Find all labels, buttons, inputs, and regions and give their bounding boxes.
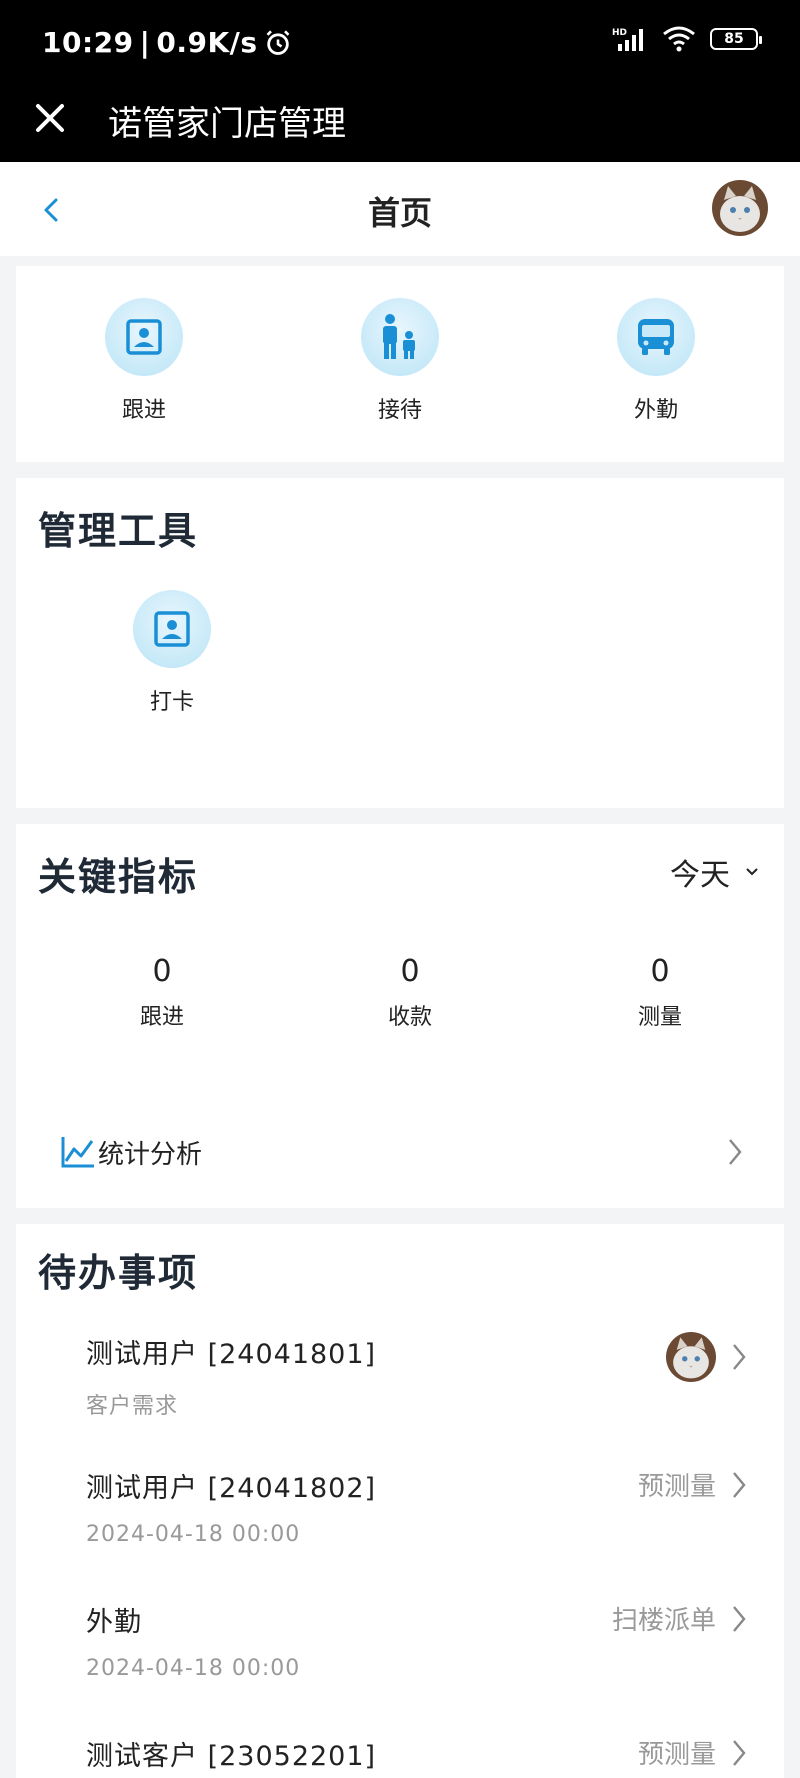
range-selector[interactable]: 今天 [670,850,760,894]
app-title: 诺管家门店管理 [108,104,346,144]
page-title: 首页 [367,194,432,232]
metric-label: 跟进 [139,1005,184,1030]
chevron-down-icon [746,868,758,876]
metric-value: 0 [152,954,172,989]
todo-title: 待办事项 [38,1251,199,1295]
stats-analysis-link[interactable]: 统计分析 [60,1126,744,1178]
quick-action-field-work[interactable]: 外勤 [586,298,726,424]
chevron-right-icon [729,1139,742,1165]
metric-measure[interactable]: 0 测量 [580,954,740,1031]
metric-follow-up[interactable]: 0 跟进 [82,954,242,1031]
todo-item-title: 测试用户 [24041801] [86,1339,377,1370]
avatar [666,1332,716,1382]
todo-item-tag: 扫楼派单 [611,1606,716,1636]
todo-card: 待办事项 测试用户 [24041801] 客户需求 测试用户 [24041802… [16,1224,784,1778]
status-speed: 0.9K/s [156,26,258,59]
quick-action-label: 外勤 [633,398,678,423]
todo-item-trailing: 扫楼派单 [612,1600,748,1637]
todo-item-trailing: 预测量 [638,1466,748,1503]
quick-action-reception[interactable]: 接待 [330,298,470,424]
todo-item[interactable]: 测试客户 [23052201] 预测量 [70,1734,748,1778]
status-bar: 10:29 | 0.9K/s HD 85 [0,0,800,86]
avatar[interactable] [712,180,768,236]
range-value: 今天 [670,858,730,893]
tool-label: 打卡 [149,690,194,715]
cat-avatar-image [666,1332,716,1382]
todo-item-title: 测试客户 [23052201] [86,1741,377,1772]
todo-item-title: 外勤 [86,1607,142,1638]
todo-item[interactable]: 测试用户 [24041802] 2024-04-18 00:00 预测量 [70,1466,748,1576]
contact-card-icon [105,298,183,376]
contact-card-icon [133,590,211,668]
line-chart-icon [61,1137,94,1168]
todo-item-trailing: 预测量 [638,1734,748,1771]
metric-payment[interactable]: 0 收款 [330,954,490,1031]
quick-action-label: 接待 [377,398,422,423]
page-header: 首页 [0,162,800,256]
todo-item[interactable]: 外勤 2024-04-18 00:00 扫楼派单 [70,1600,748,1710]
todo-item-subtitle: 2024-04-18 00:00 [86,1656,301,1681]
status-right: HD 85 [612,26,762,52]
todo-item-title: 测试用户 [24041802] [86,1473,377,1504]
status-left: 10:29 | 0.9K/s [42,26,292,59]
metric-label: 测量 [637,1005,682,1030]
todo-item-subtitle: 2024-04-18 00:00 [86,1522,301,1547]
quick-action-label: 跟进 [121,398,166,423]
tools-title: 管理工具 [38,509,199,553]
bus-icon [617,298,695,376]
todo-item-trailing [666,1332,748,1382]
metric-value: 0 [650,954,670,989]
metric-value: 0 [400,954,420,989]
metrics-card: 关键指标 今天 0 跟进 0 收款 0 测量 统计分析 [16,824,784,1208]
chevron-right-icon [733,1471,746,1498]
todo-item-tag: 预测量 [637,1472,716,1502]
quick-actions-card: 跟进 接待 外勤 [16,266,784,462]
quick-action-follow-up[interactable]: 跟进 [74,298,214,424]
chevron-right-icon [733,1739,746,1766]
status-time: 10:29 [42,26,134,59]
battery-indicator: 85 [710,28,762,50]
wifi-icon [663,26,695,52]
chevron-right-icon [733,1344,746,1370]
status-separator: | [139,26,151,59]
tool-clock-in[interactable]: 打卡 [102,590,242,716]
people-icon [361,298,439,376]
metric-label: 收款 [387,1005,432,1030]
network-label: HD [612,28,627,38]
alarm-icon [266,29,289,55]
app-bar: 诺管家门店管理 [0,86,800,162]
todo-item[interactable]: 测试用户 [24041801] 客户需求 [70,1332,748,1442]
tools-card: 管理工具 打卡 [16,478,784,808]
stats-analysis-label: 统计分析 [98,1139,203,1170]
chevron-right-icon [733,1605,746,1632]
close-icon[interactable] [30,98,70,138]
metrics-title: 关键指标 [38,855,199,899]
signal-icon: HD [612,28,643,51]
cat-avatar-image [712,180,768,236]
todo-item-subtitle: 客户需求 [86,1394,179,1419]
todo-item-tag: 预测量 [637,1740,716,1770]
